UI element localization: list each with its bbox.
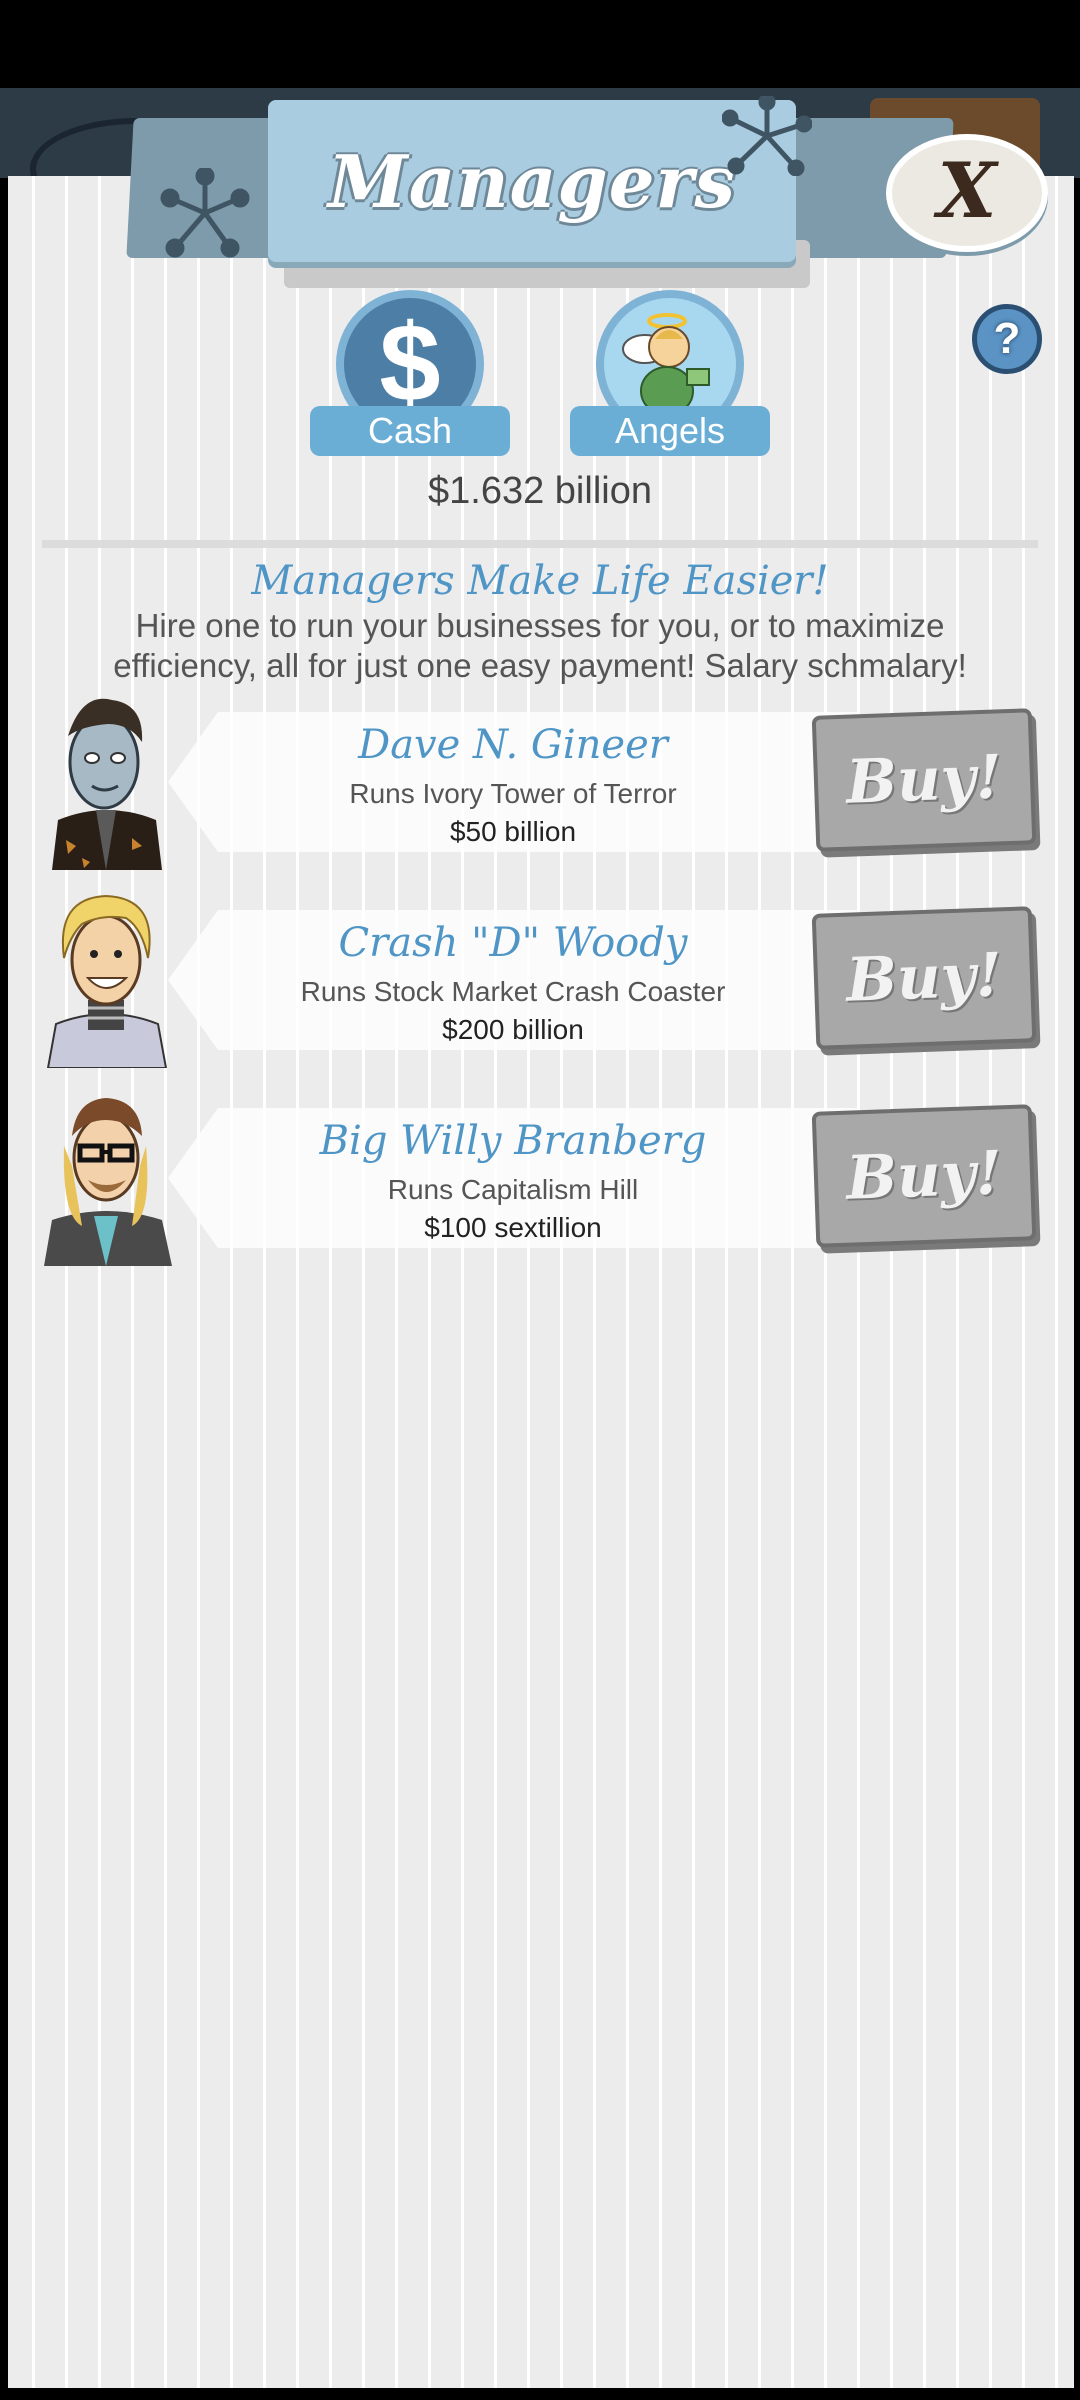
tab-angels[interactable]: Angels <box>570 290 770 456</box>
help-button[interactable]: ? <box>972 304 1042 374</box>
close-button[interactable]: X <box>886 134 1048 252</box>
cash-balance: $1.632 billion <box>428 470 652 512</box>
manager-portrait-dave <box>52 698 162 870</box>
buy-button-label: Buy! <box>845 742 1003 818</box>
manager-portrait-crash <box>46 894 168 1068</box>
starburst-icon <box>722 96 812 176</box>
manager-business: Runs Stock Market Crash Coaster <box>300 976 726 1007</box>
close-icon: X <box>937 145 997 235</box>
manager-cost: $100 sextillion <box>424 1212 602 1243</box>
buy-button[interactable]: Buy! <box>811 708 1037 852</box>
tab-cash[interactable]: $ Cash <box>310 290 510 456</box>
divider <box>42 540 1038 548</box>
buy-button[interactable]: Buy! <box>811 1104 1037 1248</box>
manager-cost: $200 billion <box>442 1014 584 1045</box>
manager-name: Dave N. Gineer <box>358 722 668 768</box>
manager-portrait-willy <box>44 1098 172 1266</box>
status-bar <box>0 0 1080 88</box>
starburst-icon <box>160 168 250 258</box>
manager-row: Big Willy Branberg Runs Capitalism Hill … <box>42 1086 1042 1266</box>
buy-button[interactable]: Buy! <box>811 906 1037 1050</box>
question-icon: ? <box>993 314 1021 363</box>
tab-cash-label: Cash <box>310 406 510 456</box>
manager-cost: $50 billion <box>449 816 577 847</box>
manager-business: Runs Capitalism Hill <box>387 1174 639 1205</box>
manager-name: Crash "D" Woody <box>338 920 688 966</box>
title-banner: Managers <box>268 100 796 262</box>
intro-text: Hire one to run your businesses for you,… <box>113 607 967 684</box>
tab-angels-label: Angels <box>570 406 770 456</box>
buy-button-label: Buy! <box>845 940 1003 1016</box>
manager-row: Dave N. Gineer Runs Ivory Tower of Terro… <box>42 690 1042 870</box>
manager-business: Runs Ivory Tower of Terror <box>349 778 677 809</box>
manager-row: Crash "D" Woody Runs Stock Market Crash … <box>42 888 1042 1068</box>
buy-button-label: Buy! <box>845 1138 1003 1214</box>
manager-name: Big Willy Branberg <box>319 1118 707 1164</box>
intro-headline: Managers Make Life Easier! <box>251 558 829 604</box>
page-title: Managers <box>328 138 736 224</box>
